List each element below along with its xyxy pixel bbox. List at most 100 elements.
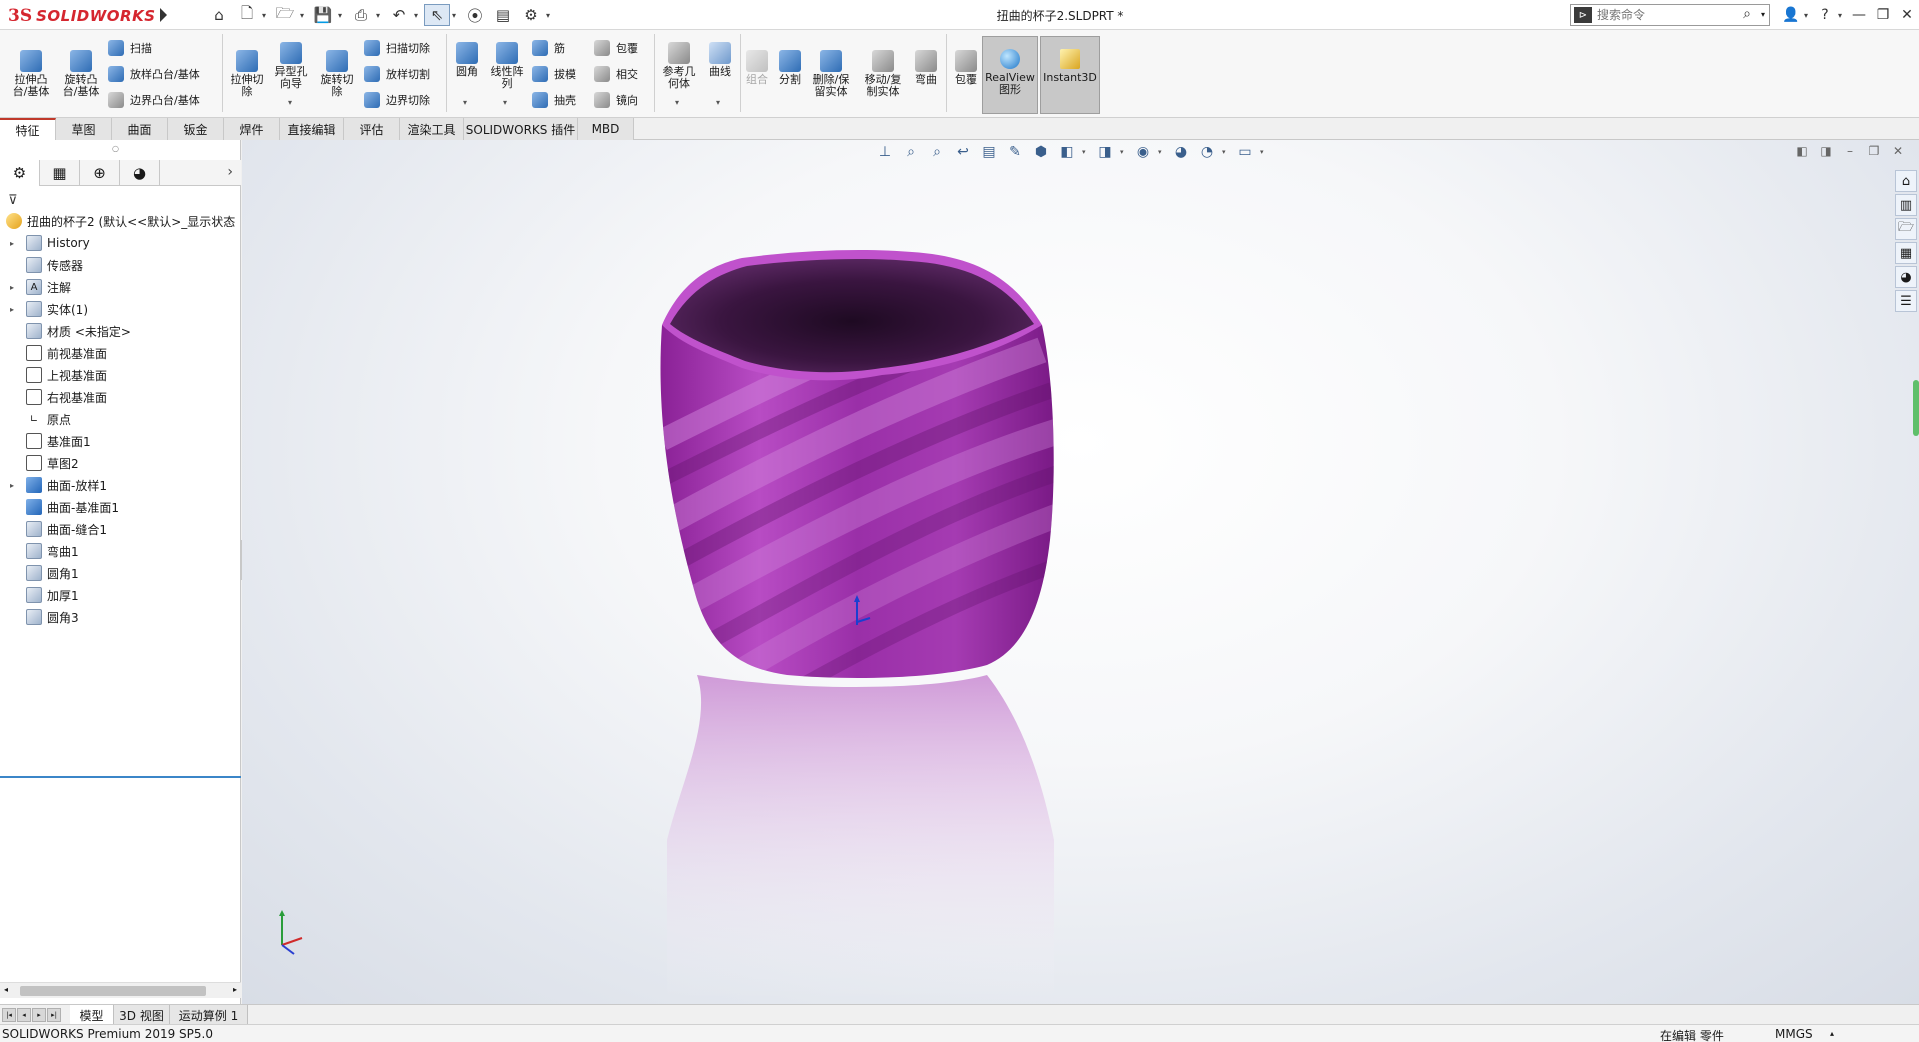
tab-features[interactable]: 特征 [0,118,56,140]
chevron-down-icon[interactable]: ▾ [716,98,720,107]
propertymanager-tab-icon[interactable]: ▦ [40,160,80,186]
tree-item-sensors[interactable]: 传感器 [0,254,241,276]
expand-arrow-icon[interactable]: ▸ [6,239,18,248]
tree-item-planar-surface1[interactable]: 曲面-基准面1 [0,496,241,518]
view-orientation-cube-icon[interactable]: ⬢ [1030,141,1052,163]
filter-icon[interactable]: ⊽ [8,193,18,208]
chevron-up-icon[interactable]: ▴ [1830,1029,1834,1038]
solidworks-resources-icon[interactable]: ⌂ [1895,170,1917,192]
tab-solidworks-addins[interactable]: SOLIDWORKS 插件 [464,118,578,140]
options-gear-icon[interactable]: ⚙ [518,4,544,26]
combine-button[interactable]: 组合 [742,50,772,86]
tree-item-flex1[interactable]: 弯曲1 [0,540,241,562]
curves-button[interactable]: 曲线 [704,42,736,78]
draft-button[interactable]: 拔模 [532,63,576,85]
print-icon[interactable]: ⎙ [348,4,374,26]
unit-system[interactable]: MMGS [1775,1027,1813,1041]
chevron-down-icon[interactable]: ▾ [1158,148,1166,156]
tab-weldments[interactable]: 焊件 [224,118,280,140]
help-icon[interactable]: ? [1814,4,1836,26]
task-pane-scroll-indicator[interactable] [1913,380,1919,436]
reference-geometry-button[interactable]: 参考几 何体 [658,42,700,90]
extrude-boss-button[interactable]: 拉伸凸 台/基体 [8,50,54,98]
rollback-bar[interactable] [0,776,241,778]
split-button[interactable]: 分割 [774,50,806,86]
instant3d-button[interactable]: Instant3D [1040,36,1100,114]
lofted-cut-button[interactable]: 放样切割 [364,63,430,85]
chevron-down-icon[interactable]: ▾ [1222,148,1230,156]
featuremanager-tab-icon[interactable]: ⚙ [0,160,40,186]
search-box[interactable]: ⊳ ⌕ ▾ [1570,4,1770,26]
close-icon[interactable]: ✕ [1896,4,1918,26]
tree-item-fillet3[interactable]: 圆角3 [0,606,241,628]
displaymanager-tab-icon[interactable]: ◕ [120,160,160,186]
chevron-down-icon[interactable]: ▾ [262,11,270,20]
chevron-down-icon[interactable]: ▾ [1120,148,1128,156]
tree-item-fillet1[interactable]: 圆角1 [0,562,241,584]
search-input[interactable] [1597,8,1737,22]
chevron-down-icon[interactable]: ▾ [414,11,422,20]
tab-motion-study[interactable]: 运动算例 1 [170,1005,248,1025]
tree-item-origin[interactable]: ∟ 原点 [0,408,241,430]
undo-icon[interactable]: ↶ [386,4,412,26]
scrollbar-thumb[interactable] [20,986,206,996]
rebuild-traffic-light-icon[interactable]: ⦿ [462,4,488,26]
zoom-to-area-icon[interactable]: ⌕ [926,141,948,163]
extrude-cut-button[interactable]: 拉伸切 除 [226,50,268,98]
chevron-down-icon[interactable]: ▾ [675,98,679,107]
chevron-down-icon[interactable]: ▾ [1838,11,1846,20]
chevron-down-icon[interactable]: ▾ [376,11,384,20]
fillet-button[interactable]: 圆角 [450,42,484,78]
rib-button[interactable]: 筋 [532,37,565,59]
tree-root-part[interactable]: 扭曲的杯子2 (默认<<默认>_显示状态 [0,210,241,232]
monitor-display-icon[interactable]: ▭ [1234,141,1256,163]
tab-sketch[interactable]: 草图 [56,118,112,140]
tile-right-icon[interactable]: ◨ [1817,142,1835,160]
linear-pattern-button[interactable]: 线性阵 列 [486,42,528,90]
revolve-boss-button[interactable]: 旋转凸 台/基体 [58,50,104,98]
next-tab-icon[interactable]: ▸ [32,1008,46,1022]
panel-collapse-handle-icon[interactable]: ○ [112,144,119,153]
view-palette-icon[interactable]: ▦ [1895,242,1917,264]
chevron-down-icon[interactable]: ▾ [546,11,554,20]
tree-item-plane1[interactable]: 基准面1 [0,430,241,452]
search-icon[interactable]: ⌕ [1743,6,1751,22]
apply-scene-icon[interactable]: ◕ [1170,141,1192,163]
tree-item-right-plane[interactable]: 右视基准面 [0,386,241,408]
realview-graphics-button[interactable]: RealView 图形 [982,36,1038,114]
tab-surfaces[interactable]: 曲面 [112,118,168,140]
tree-item-sketch2[interactable]: 草图2 [0,452,241,474]
tree-item-top-plane[interactable]: 上视基准面 [0,364,241,386]
tree-item-knit-surface1[interactable]: 曲面-缝合1 [0,518,241,540]
boundary-boss-button[interactable]: 边界凸台/基体 [108,89,200,111]
view-orientation-axis-icon[interactable]: ⊥ [874,141,896,163]
new-document-icon[interactable]: 🗋 [234,4,260,26]
expand-arrow-icon[interactable]: ▸ [6,481,18,490]
chevron-down-icon[interactable]: ▾ [1804,11,1812,20]
chevron-down-icon[interactable]: ▾ [463,98,467,107]
tab-direct-editing[interactable]: 直接编辑 [280,118,344,140]
move-copy-body-button[interactable]: 移动/复 制实体 [860,50,906,98]
section-view-icon[interactable]: ▤ [978,141,1000,163]
tree-item-history[interactable]: ▸ History [0,232,241,254]
previous-view-icon[interactable]: ↩ [952,141,974,163]
design-library-icon[interactable]: ▥ [1895,194,1917,216]
solidworks-logo[interactable]: 3S SOLIDWORKS [8,5,156,27]
minimize-icon[interactable]: — [1848,4,1870,26]
tab-mbd[interactable]: MBD [578,118,634,140]
dynamic-annotation-icon[interactable]: ✎ [1004,141,1026,163]
chevron-down-icon[interactable]: ▾ [1761,10,1765,19]
tree-item-surface-loft1[interactable]: ▸ 曲面-放样1 [0,474,241,496]
tree-item-front-plane[interactable]: 前视基准面 [0,342,241,364]
mirror-button[interactable]: 镜向 [594,89,638,111]
swept-cut-button[interactable]: 扫描切除 [364,37,430,59]
user-icon[interactable]: 👤 [1780,4,1802,26]
home-icon[interactable]: ⌂ [206,4,232,26]
delete-keep-body-button[interactable]: 删除/保 留实体 [808,50,854,98]
select-cursor-icon[interactable]: ⇖ [424,4,450,26]
expand-arrow-icon[interactable]: ▸ [6,283,18,292]
graphics-area[interactable]: ⊥ ⌕ ⌕ ↩ ▤ ✎ ⬢ ◧ ▾ ◨ ▾ ◉ ▾ ◕ ◔ ▾ ▭ ▾ ◧ ◨ … [242,140,1919,1004]
horizontal-scrollbar[interactable]: ◂ ▸ [0,982,241,998]
loft-boss-button[interactable]: 放样凸台/基体 [108,63,200,85]
chevron-down-icon[interactable]: ▾ [300,11,308,20]
